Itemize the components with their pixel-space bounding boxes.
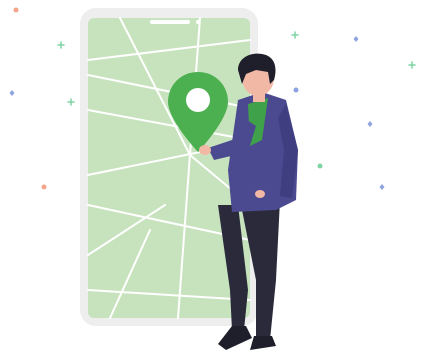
person-hand-pocket xyxy=(255,190,265,198)
sparkle-dot xyxy=(13,7,19,13)
sparkle-dot xyxy=(293,87,299,93)
phone-screen xyxy=(88,18,250,318)
person-shoe-back xyxy=(218,326,252,350)
sparkle-plus-icon xyxy=(57,41,65,49)
phone-speaker xyxy=(150,20,190,24)
illustration-canvas xyxy=(0,0,431,354)
person-hand xyxy=(199,145,211,155)
sparkle-plus-icon xyxy=(67,98,75,106)
pin-center-dot xyxy=(186,88,210,112)
map-location-illustration xyxy=(9,7,416,350)
person-shoe-front xyxy=(250,336,276,350)
sparkle-plus-icon xyxy=(291,31,299,39)
sparkle-dot xyxy=(41,184,47,190)
sparkle-plus-icon xyxy=(408,61,416,69)
sparkle-dot xyxy=(317,163,323,169)
